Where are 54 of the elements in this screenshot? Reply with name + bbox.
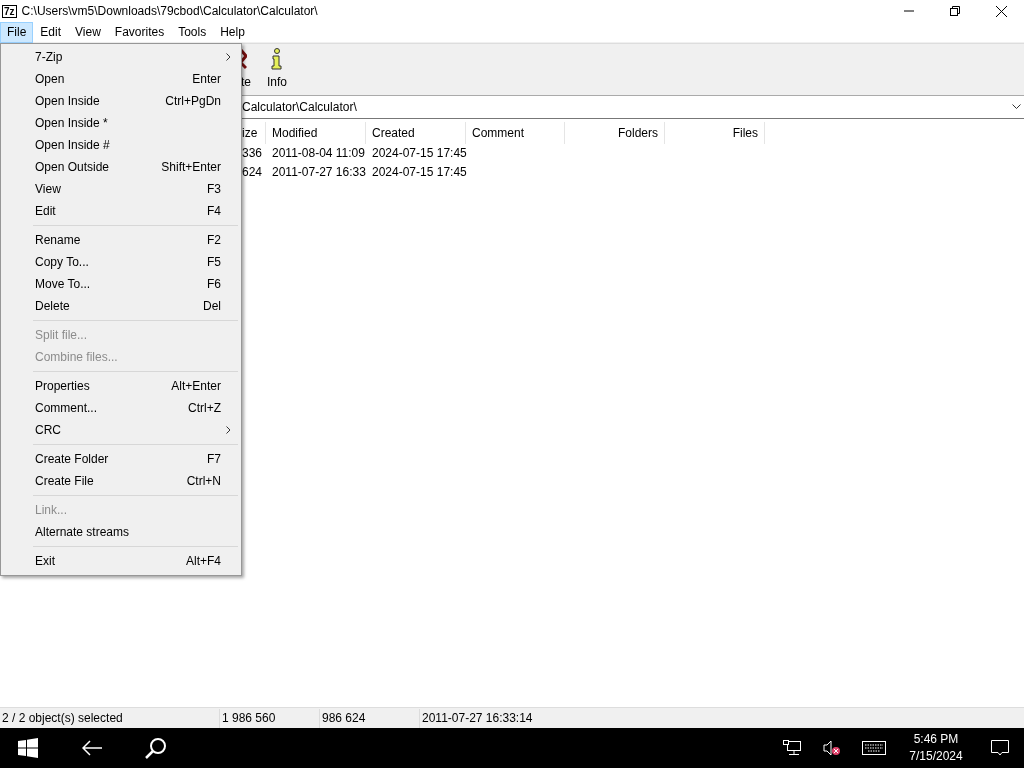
menu-item[interactable]: Open Inside Ctrl+PgDn <box>3 90 239 112</box>
menu-item[interactable]: Create Folder F7 <box>3 448 239 470</box>
window-title: C:\Users\vm5\Downloads\79cbod\Calculator\Calculator\ <box>21 3 318 20</box>
menu-item[interactable]: Exit Alt+F4 <box>3 550 239 572</box>
status-text: 986 624 <box>320 708 420 728</box>
toolbar-button[interactable]: Info <box>267 44 287 95</box>
table-cell-text: 2024-07-15 17:45 <box>371 164 466 181</box>
menu-item[interactable]: Open Inside # <box>3 134 239 156</box>
address-field[interactable]: Calculator\Calculator\ <box>242 98 357 116</box>
search-icon <box>145 737 167 759</box>
menu-item[interactable]: Open Enter <box>3 68 239 90</box>
toolbar-button[interactable]: te <box>241 44 257 95</box>
menu-item[interactable]: View F3 <box>3 178 239 200</box>
menu-item[interactable]: Open Outside Shift+Enter <box>3 156 239 178</box>
windows-icon <box>18 738 38 758</box>
delete-icon <box>241 48 247 70</box>
column-header[interactable]: Folders <box>565 122 665 144</box>
menu-item[interactable]: Edit F4 <box>3 200 239 222</box>
column-header[interactable]: Created <box>366 122 466 144</box>
table-cell-text: 2024-07-15 17:45 <box>371 145 466 162</box>
menu-item[interactable]: Create File Ctrl+N <box>3 470 239 492</box>
menu-item[interactable]: View <box>68 21 108 43</box>
dropdown-caret-icon[interactable] <box>1012 104 1021 110</box>
restore-icon[interactable] <box>950 6 960 16</box>
menu-item[interactable]: Move To... F6 <box>3 273 239 295</box>
menu-item[interactable]: Comment... Ctrl+Z <box>3 397 239 419</box>
table-cell-text: 2011-07-27 16:33 <box>271 164 366 181</box>
column-header[interactable]: Comment <box>466 122 565 144</box>
close-icon[interactable] <box>995 5 1007 17</box>
menu-item[interactable]: Favorites <box>107 21 172 43</box>
status-text: 1 986 560 <box>220 708 320 728</box>
status-text: 2 / 2 object(s) selected <box>0 708 220 728</box>
menu-item[interactable]: Delete Del <box>3 295 239 317</box>
column-header[interactable]: Files <box>665 122 765 144</box>
menu-item[interactable]: Properties Alt+Enter <box>3 375 239 397</box>
table-cell-text: 336 <box>242 145 264 162</box>
menu-item[interactable]: Open Inside * <box>3 112 239 134</box>
table-cell-text: 2011-08-04 11:09 <box>271 145 366 162</box>
menu-item[interactable]: CRC <box>3 419 239 441</box>
info-icon <box>270 48 284 70</box>
menu-item[interactable]: File <box>0 21 34 43</box>
menu-item[interactable]: Alternate streams <box>3 521 239 543</box>
menu-item[interactable]: 7-Zip <box>3 46 239 68</box>
back-arrow-icon <box>82 740 102 756</box>
menu-item[interactable]: Help <box>213 21 252 43</box>
menu-item[interactable]: Edit <box>33 21 69 43</box>
status-text: 2011-07-27 16:33:14 <box>421 709 534 727</box>
menu-item[interactable]: Rename F2 <box>3 229 239 251</box>
menu-item[interactable]: Tools <box>171 21 214 43</box>
clock[interactable]: 5:46 PM 7/15/2024 <box>896 731 976 765</box>
column-header[interactable]: Modified <box>266 122 366 144</box>
menu-item[interactable]: Copy To... F5 <box>3 251 239 273</box>
table-cell-text: 624 <box>242 164 264 181</box>
app-logo: 7z <box>2 4 17 18</box>
